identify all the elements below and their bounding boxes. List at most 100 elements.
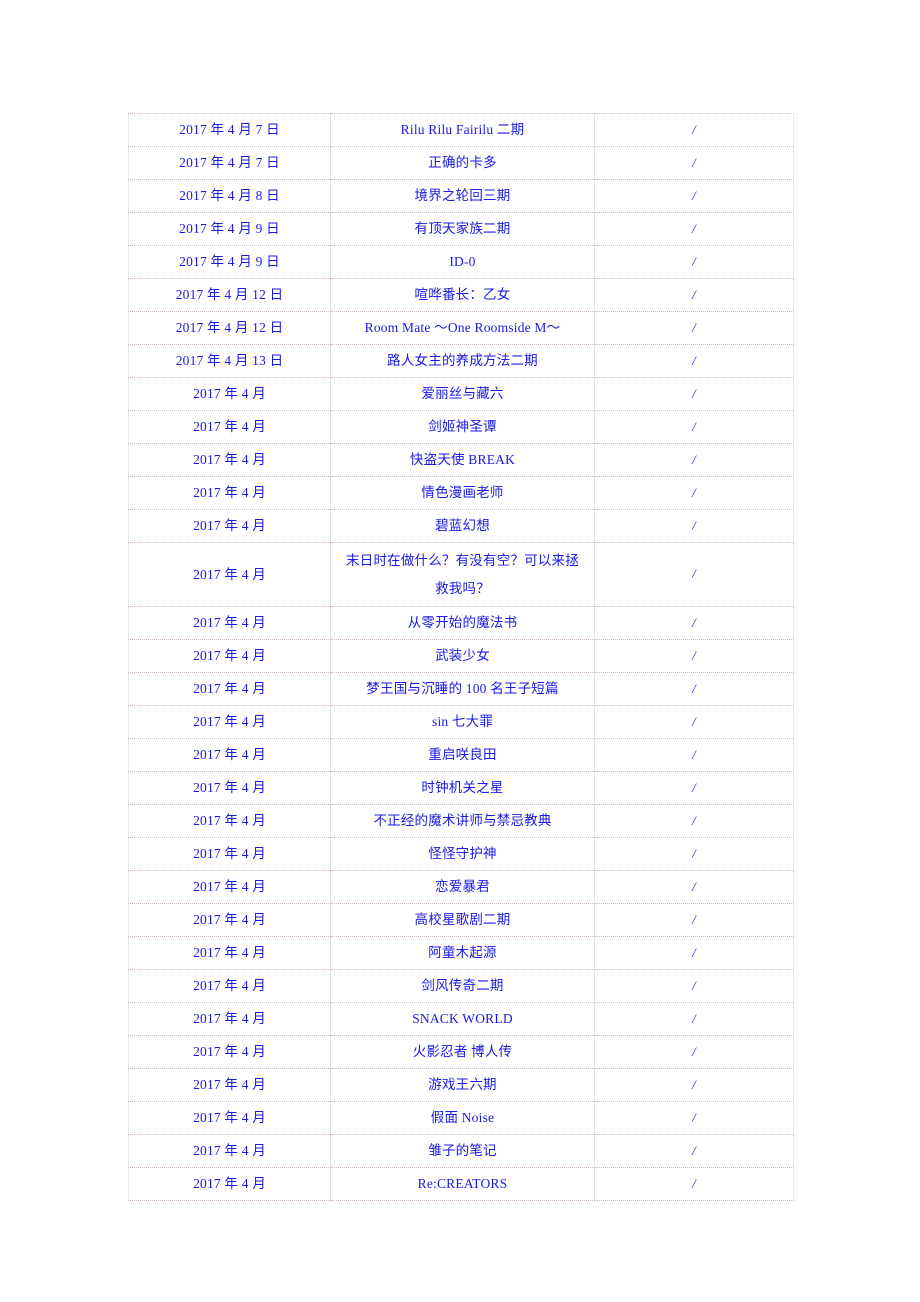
cell-date: 2017 年 4 月 12 日 bbox=[128, 311, 331, 345]
cell-date: 2017 年 4 月 bbox=[128, 1002, 331, 1036]
table-row: 2017 年 4 月末日时在做什么？有没有空？可以来拯救我吗？ / bbox=[128, 542, 794, 607]
cell-date: 2017 年 4 月 bbox=[128, 672, 331, 706]
cell-title: 情色漫画老师 bbox=[330, 476, 595, 510]
anime-release-schedule-table: 2017 年 4 月 7 日 Rilu Rilu Fairilu 二期/2017 … bbox=[128, 113, 794, 1201]
table-row: 2017 年 4 月不正经的魔术讲师与禁忌教典 / bbox=[128, 804, 794, 838]
cell-note: / bbox=[594, 245, 794, 279]
cell-date: 2017 年 4 月 9 日 bbox=[128, 245, 331, 279]
cell-note: / bbox=[594, 672, 794, 706]
table-row: 2017 年 4 月 12 日 Room Mate ～One Roomside M… bbox=[128, 311, 794, 345]
cell-note: / bbox=[594, 837, 794, 871]
cell-title: 爱丽丝与藏六 bbox=[330, 377, 595, 411]
cell-note: / bbox=[594, 639, 794, 673]
cell-title: 从零开始的魔法书 bbox=[330, 606, 595, 640]
cell-note: / bbox=[594, 1068, 794, 1102]
cell-title: 重启咲良田 bbox=[330, 738, 595, 772]
cell-title: 喧哗番长：乙女 bbox=[330, 278, 595, 312]
cell-title: 梦王国与沉睡的 100 名王子短篇 bbox=[330, 672, 595, 706]
cell-title: 阿童木起源 bbox=[330, 936, 595, 970]
cell-note: / bbox=[594, 443, 794, 477]
table-row: 2017 年 4 月剑姬神圣谭 / bbox=[128, 410, 794, 444]
cell-date: 2017 年 4 月 bbox=[128, 870, 331, 904]
cell-date: 2017 年 4 月 bbox=[128, 542, 331, 607]
cell-note: / bbox=[594, 903, 794, 937]
table-row: 2017 年 4 月游戏王六期 / bbox=[128, 1068, 794, 1102]
cell-title: SNACK WORLD bbox=[330, 1002, 595, 1036]
cell-title: 剑风传奇二期 bbox=[330, 969, 595, 1003]
table-row: 2017 年 4 月碧蓝幻想 / bbox=[128, 509, 794, 543]
table-body: 2017 年 4 月 7 日 Rilu Rilu Fairilu 二期/2017 … bbox=[128, 113, 794, 1201]
table-row: 2017 年 4 月怪怪守护神 / bbox=[128, 837, 794, 871]
table-row: 2017 年 4 月剑风传奇二期 / bbox=[128, 969, 794, 1003]
cell-date: 2017 年 4 月 bbox=[128, 443, 331, 477]
table-row: 2017 年 4 月高校星歌剧二期 / bbox=[128, 903, 794, 937]
cell-note: / bbox=[594, 606, 794, 640]
cell-note: / bbox=[594, 738, 794, 772]
table-row: 2017 年 4 月假面 Noise / bbox=[128, 1101, 794, 1135]
cell-date: 2017 年 4 月 bbox=[128, 969, 331, 1003]
table-row: 2017 年 4 月情色漫画老师 / bbox=[128, 476, 794, 510]
table-row: 2017 年 4 月 Re:CREATORS / bbox=[128, 1167, 794, 1201]
cell-note: / bbox=[594, 509, 794, 543]
table-row: 2017 年 4 月雏子的笔记 / bbox=[128, 1134, 794, 1168]
cell-note: / bbox=[594, 542, 794, 607]
table-row: 2017 年 4 月恋爱暴君 / bbox=[128, 870, 794, 904]
cell-note: / bbox=[594, 771, 794, 805]
document-page: 2017 年 4 月 7 日 Rilu Rilu Fairilu 二期/2017 … bbox=[0, 0, 920, 1302]
cell-date: 2017 年 4 月 7 日 bbox=[128, 146, 331, 180]
cell-note: / bbox=[594, 344, 794, 378]
cell-title: 正确的卡多 bbox=[330, 146, 595, 180]
cell-date: 2017 年 4 月 bbox=[128, 837, 331, 871]
cell-date: 2017 年 4 月 bbox=[128, 1167, 331, 1201]
cell-date: 2017 年 4 月 12 日 bbox=[128, 278, 331, 312]
table-row: 2017 年 4 月爱丽丝与藏六 / bbox=[128, 377, 794, 411]
cell-note: / bbox=[594, 311, 794, 345]
cell-date: 2017 年 4 月 13 日 bbox=[128, 344, 331, 378]
cell-date: 2017 年 4 月 bbox=[128, 1101, 331, 1135]
cell-title: 路人女主的养成方法二期 bbox=[330, 344, 595, 378]
cell-note: / bbox=[594, 113, 794, 147]
cell-note: / bbox=[594, 870, 794, 904]
cell-note: / bbox=[594, 1167, 794, 1201]
cell-date: 2017 年 4 月 bbox=[128, 509, 331, 543]
table-row: 2017 年 4 月梦王国与沉睡的 100 名王子短篇 / bbox=[128, 672, 794, 706]
cell-date: 2017 年 4 月 bbox=[128, 705, 331, 739]
cell-title: Rilu Rilu Fairilu 二期 bbox=[330, 113, 595, 147]
cell-title: 碧蓝幻想 bbox=[330, 509, 595, 543]
table-row: 2017 年 4 月火影忍者 博人传 / bbox=[128, 1035, 794, 1069]
cell-note: / bbox=[594, 146, 794, 180]
cell-note: / bbox=[594, 969, 794, 1003]
table-row: 2017 年 4 月重启咲良田 / bbox=[128, 738, 794, 772]
cell-date: 2017 年 4 月 bbox=[128, 476, 331, 510]
table-row: 2017 年 4 月 sin 七大罪 / bbox=[128, 705, 794, 739]
table-row: 2017 年 4 月从零开始的魔法书 / bbox=[128, 606, 794, 640]
cell-title: sin 七大罪 bbox=[330, 705, 595, 739]
cell-title: 不正经的魔术讲师与禁忌教典 bbox=[330, 804, 595, 838]
cell-note: / bbox=[594, 936, 794, 970]
cell-date: 2017 年 4 月 bbox=[128, 639, 331, 673]
cell-date: 2017 年 4 月 bbox=[128, 903, 331, 937]
cell-date: 2017 年 4 月 bbox=[128, 1068, 331, 1102]
cell-note: / bbox=[594, 705, 794, 739]
cell-title: 境界之轮回三期 bbox=[330, 179, 595, 213]
cell-note: / bbox=[594, 179, 794, 213]
cell-title: 末日时在做什么？有没有空？可以来拯救我吗？ bbox=[330, 542, 595, 607]
cell-date: 2017 年 4 月 bbox=[128, 1035, 331, 1069]
table-row: 2017 年 4 月快盗天使 BREAK / bbox=[128, 443, 794, 477]
cell-date: 2017 年 4 月 bbox=[128, 1134, 331, 1168]
cell-note: / bbox=[594, 212, 794, 246]
table-row: 2017 年 4 月武装少女 / bbox=[128, 639, 794, 673]
schedule-table-container: 2017 年 4 月 7 日 Rilu Rilu Fairilu 二期/2017 … bbox=[128, 113, 794, 1201]
table-row: 2017 年 4 月 9 日 ID-0/ bbox=[128, 245, 794, 279]
cell-date: 2017 年 4 月 bbox=[128, 738, 331, 772]
cell-title: 高校星歌剧二期 bbox=[330, 903, 595, 937]
cell-title: 恋爱暴君 bbox=[330, 870, 595, 904]
table-row: 2017 年 4 月 12 日喧哗番长：乙女 / bbox=[128, 278, 794, 312]
cell-note: / bbox=[594, 1101, 794, 1135]
cell-title: Room Mate ～One Roomside M～ bbox=[330, 311, 595, 345]
cell-note: / bbox=[594, 804, 794, 838]
cell-note: / bbox=[594, 278, 794, 312]
table-row: 2017 年 4 月 7 日正确的卡多 / bbox=[128, 146, 794, 180]
table-row: 2017 年 4 月 8 日境界之轮回三期 / bbox=[128, 179, 794, 213]
cell-title: 雏子的笔记 bbox=[330, 1134, 595, 1168]
